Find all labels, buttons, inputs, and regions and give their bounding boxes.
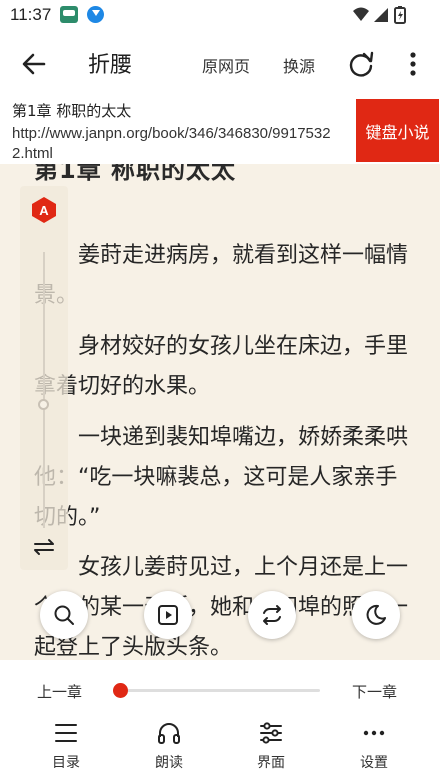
next-chapter-button[interactable]: 下一章: [352, 681, 397, 702]
source-name-button[interactable]: 键盘小说: [356, 99, 439, 162]
auto-page-icon[interactable]: A: [30, 196, 58, 224]
replace-icon: [263, 605, 281, 625]
refresh-icon[interactable]: [346, 49, 376, 79]
svg-text:A: A: [39, 203, 49, 218]
status-time: 11:37: [10, 5, 52, 24]
brightness-slider-track[interactable]: [43, 252, 45, 528]
search-button[interactable]: [40, 591, 88, 639]
read-aloud-label: 朗读: [155, 755, 183, 771]
interface-button[interactable]: 界面: [241, 718, 301, 778]
status-bar: 11:37: [0, 0, 440, 30]
settings-more-icon: [363, 730, 385, 736]
paragraph: 身材姣好的女孩儿坐在床边，手里拿着切好的水果。: [34, 334, 409, 399]
settings-label: 设置: [360, 755, 388, 771]
more-vertical-icon[interactable]: [400, 49, 426, 79]
paragraph: 一块递到裴知埠嘴边，娇娇柔柔哄他：“吃一块嘛裴总，这可是人家亲手切的。”: [34, 425, 409, 530]
auto-play-button[interactable]: [144, 591, 192, 639]
status-icons: [353, 6, 406, 24]
download-notification-icon: [87, 6, 104, 23]
read-aloud-button[interactable]: 朗读: [139, 718, 199, 778]
back-arrow-icon[interactable]: [18, 48, 50, 80]
brightness-slider-thumb[interactable]: [38, 399, 49, 410]
search-icon: [54, 605, 74, 625]
source-url-header: 第1章 称职的太太 http://www.janpn.org/book/346/…: [0, 96, 440, 164]
auto-play-icon: [158, 605, 178, 625]
prev-chapter-button[interactable]: 上一章: [37, 681, 82, 702]
chapter-progress-track[interactable]: [120, 689, 320, 692]
chapter-progress-knob[interactable]: [112, 683, 128, 698]
bottom-panel: 上一章 下一章 目录 朗读 界面 设置: [0, 660, 440, 782]
replace-button[interactable]: [248, 591, 296, 639]
app-notification-icon: [60, 6, 78, 23]
switch-source-button[interactable]: 换源: [283, 53, 315, 77]
swap-orientation-icon[interactable]: [31, 536, 57, 558]
chapter-url[interactable]: http://www.janpn.org/book/346/346830/991…: [12, 124, 342, 164]
catalog-icon: [55, 724, 77, 742]
catalog-button[interactable]: 目录: [36, 718, 96, 778]
top-toolbar: 折腰 原网页 换源: [0, 30, 440, 96]
signal-icon: [374, 8, 388, 22]
partial-chapter-heading: 第1章 称职的太太: [34, 164, 237, 184]
wifi-icon: [353, 7, 369, 21]
paragraph: 姜莳走进病房，就看到这样一幅情景。: [34, 243, 409, 308]
chapter-title: 第1章 称职的太太: [12, 102, 132, 120]
book-title: 折腰: [88, 53, 133, 78]
catalog-label: 目录: [52, 755, 80, 771]
settings-button[interactable]: 设置: [344, 718, 404, 778]
headphones-icon: [158, 723, 180, 744]
night-mode-button[interactable]: [352, 591, 400, 639]
battery-charging-icon: [394, 6, 406, 24]
interface-label: 界面: [257, 755, 285, 771]
interface-sliders-icon: [260, 722, 282, 744]
night-mode-icon: [366, 604, 386, 625]
original-page-button[interactable]: 原网页: [202, 53, 250, 77]
